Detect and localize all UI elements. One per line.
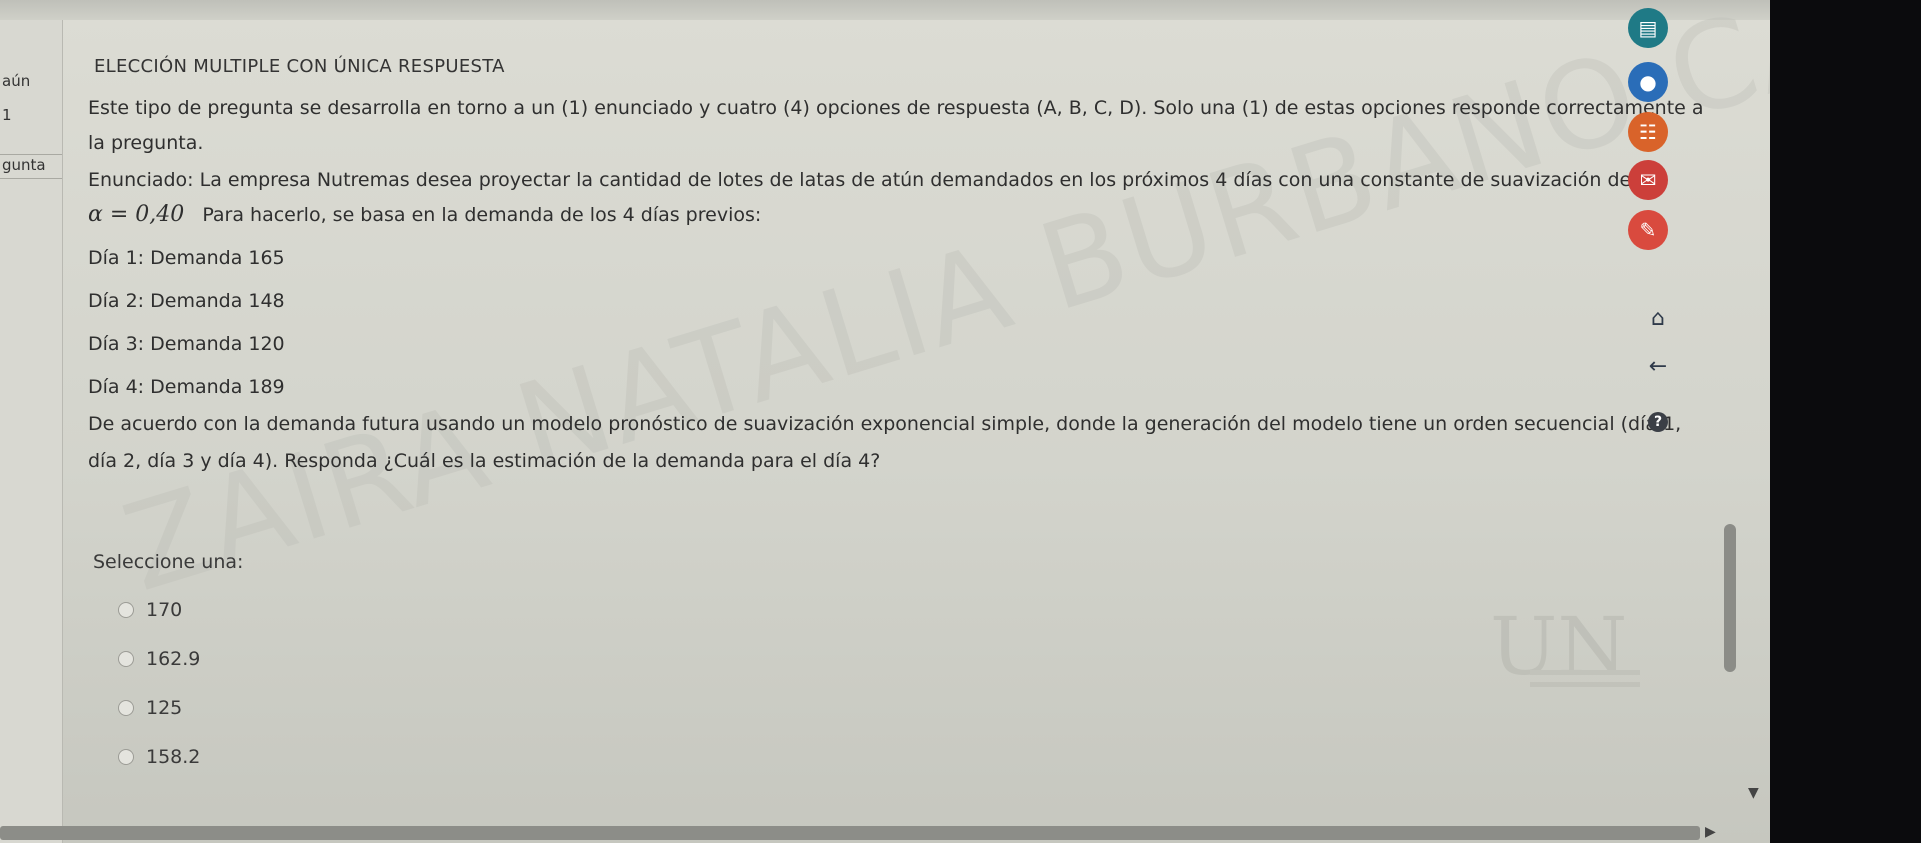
help-button[interactable]: ? [1644,408,1672,436]
answer-option-b[interactable]: 162.9 [118,646,200,672]
logo-bar [1530,682,1640,687]
answer-option-d[interactable]: 158.2 [118,744,200,770]
home-icon[interactable]: ⌂ [1644,304,1672,332]
document-icon[interactable]: ☷ [1628,112,1668,152]
demand-day-2: Día 2: Demanda 148 [88,290,285,312]
top-bar [0,0,1770,20]
alpha-expression: α = 0,40 [88,202,185,227]
question-title: ELECCIÓN MULTIPLE CON ÚNICA RESPUESTA [94,56,505,77]
scroll-right-arrow-icon[interactable]: ▶ [1705,824,1716,840]
watermark: ZAIRA NATALIA BURBANO CARDENAS [109,0,1770,619]
select-prompt: Seleccione una: [93,551,244,573]
university-logo: UN [1490,600,1660,740]
left-nav-panel: aún 1 gunta [0,20,63,843]
vertical-scrollbar[interactable] [1724,524,1736,672]
scroll-down-arrow-icon[interactable]: ▼ [1748,785,1759,801]
instructions-line: la pregunta. [88,132,204,154]
answer-label: 158.2 [146,746,201,768]
answer-option-c[interactable]: 125 [118,695,182,721]
users-icon[interactable]: ● [1628,62,1668,102]
answer-label: 125 [146,697,183,719]
answer-option-a[interactable]: 170 [118,597,182,623]
instructions-line: Este tipo de pregunta se desarrolla en t… [88,97,1704,119]
screen: aún 1 gunta ZAIRA NATALIA BURBANO CARDEN… [0,0,1770,843]
question-line: De acuerdo con la demanda futura usando … [88,413,1682,435]
enunciado-line: Para hacerlo, se basa en la demanda de l… [202,204,762,226]
logo-mark: UN [1490,600,1628,693]
enunciado-alpha-line: α = 0,40 Para hacerlo, se basa en la dem… [88,202,761,227]
radio-button[interactable] [118,651,134,667]
answer-label: 162.9 [146,648,201,670]
demand-day-4: Día 4: Demanda 189 [88,376,285,398]
mail-icon[interactable]: ✉ [1628,160,1668,200]
divider [0,178,62,179]
left-nav-text: aún [2,72,31,90]
left-nav-text: gunta [2,156,46,174]
edit-icon[interactable]: ✎ [1628,210,1668,250]
radio-button[interactable] [118,700,134,716]
calendar-icon[interactable]: ▤ [1628,8,1668,48]
demand-day-1: Día 1: Demanda 165 [88,247,285,269]
help-icon: ? [1648,412,1668,432]
enunciado-line: Enunciado: La empresa Nutremas desea pro… [88,169,1632,191]
divider [0,154,62,155]
radio-button[interactable] [118,749,134,765]
radio-button[interactable] [118,602,134,618]
left-nav-text: 1 [2,106,12,124]
back-arrow-icon[interactable]: ← [1644,352,1672,380]
answer-label: 170 [146,599,183,621]
demand-day-3: Día 3: Demanda 120 [88,333,285,355]
horizontal-scrollbar[interactable] [0,826,1700,840]
question-line: día 2, día 3 y día 4). Responda ¿Cuál es… [88,450,881,472]
logo-bar [1530,670,1640,675]
